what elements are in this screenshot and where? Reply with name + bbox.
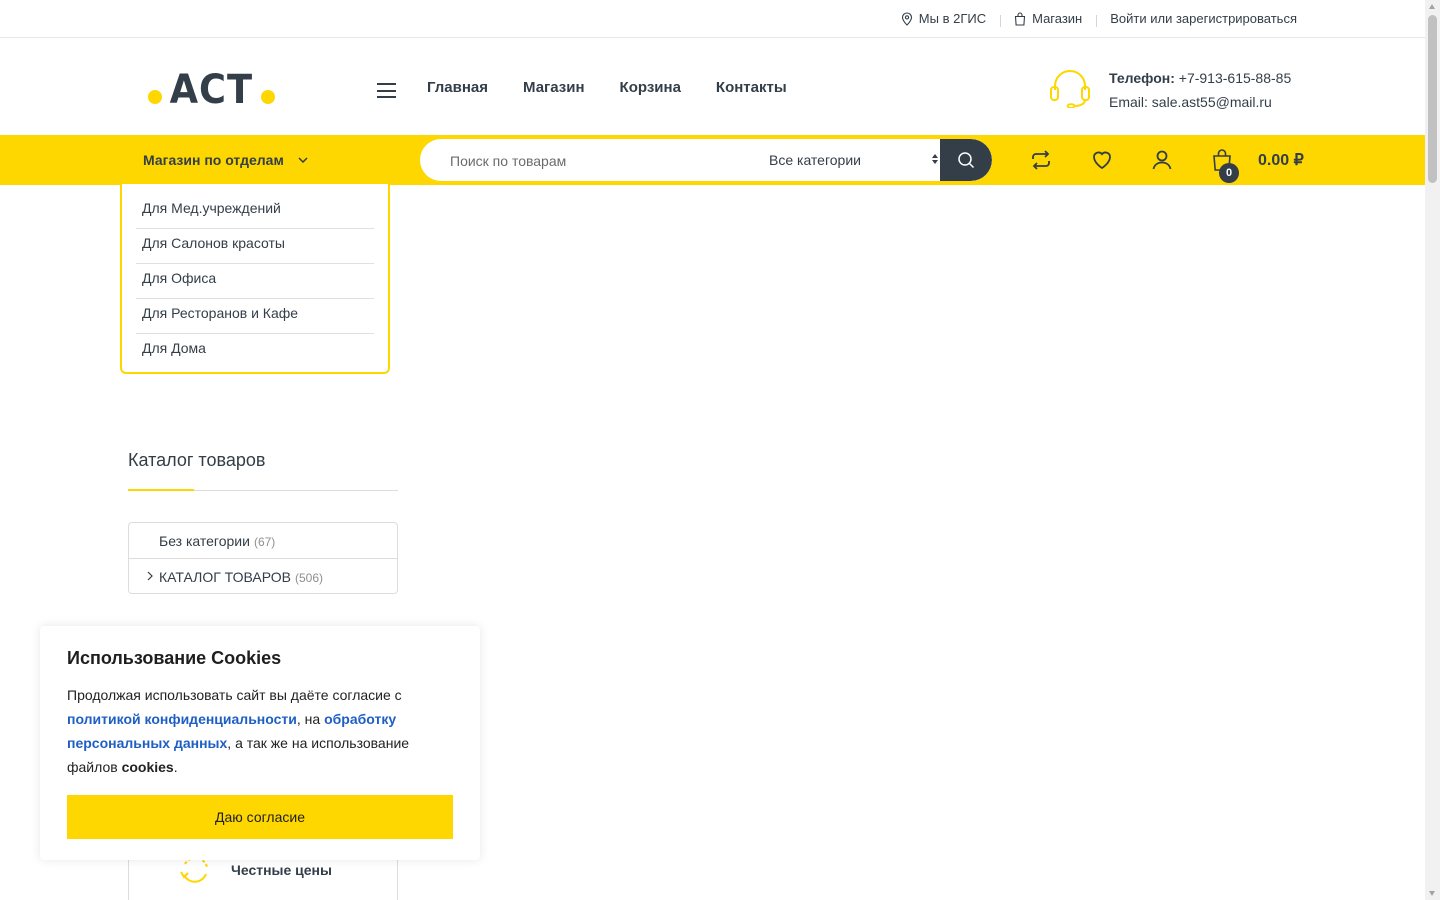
login-link-label: Войти или зарегистрироваться: [1110, 11, 1297, 26]
main-nav: Главная Магазин Корзина Контакты: [427, 79, 787, 96]
headset-icon: [1050, 69, 1090, 108]
catalog-title-accent: [128, 489, 194, 491]
mini-cart[interactable]: 0 0.00 ₽: [1212, 147, 1304, 183]
nav-item-contacts[interactable]: Контакты: [716, 79, 787, 96]
map-link-label: Мы в 2ГИС: [918, 11, 987, 26]
departments-toggle[interactable]: Магазин по отделам: [143, 135, 308, 185]
logo-dot-left: [148, 90, 162, 104]
cookie-text-part: Продолжая использовать сайт вы даёте сог…: [67, 687, 402, 703]
catalog-list: Без категории (67) КАТАЛОГ ТОВАРОВ (506): [128, 522, 398, 594]
site-logo[interactable]: АСТ: [148, 68, 275, 112]
catalog-item-text: Без категории (67): [159, 533, 275, 549]
heart-icon[interactable]: [1090, 148, 1114, 172]
department-item-office[interactable]: Для Офиса: [136, 264, 374, 299]
feature-fair-prices-label: Честные цены: [231, 862, 332, 878]
shop-bar: Магазин по отделам Все категории: [0, 135, 1425, 185]
phone-number[interactable]: +7-913-615-88-85: [1179, 70, 1291, 86]
shop-link-label: Магазин: [1032, 11, 1083, 26]
category-select[interactable]: Все категории: [769, 139, 939, 181]
scroll-up-arrow-icon[interactable]: [1429, 4, 1435, 9]
cookie-text-part: , на: [296, 711, 325, 727]
search-button[interactable]: [940, 139, 992, 181]
logo-text: АСТ: [169, 67, 253, 113]
email-label: Email:: [1109, 94, 1148, 110]
catalog-item-label: Без категории: [159, 532, 250, 549]
privacy-policy-link[interactable]: политикой конфиденциальности: [67, 711, 297, 727]
phone-line: Телефон: +7-913-615-88-85: [1109, 66, 1291, 90]
cookie-title: Использование Cookies: [67, 648, 282, 668]
department-item-medical[interactable]: Для Мед.учреждений: [136, 194, 374, 229]
departments-label: Магазин по отделам: [143, 152, 284, 168]
cookies-word: cookies: [121, 759, 174, 775]
search-form: Все категории: [420, 139, 992, 181]
user-icon[interactable]: [1150, 148, 1174, 172]
nav-item-shop[interactable]: Магазин: [523, 79, 585, 96]
search-input[interactable]: [420, 139, 772, 181]
catalog-item-count: (67): [253, 534, 276, 549]
map-link[interactable]: Мы в 2ГИС: [887, 11, 1000, 26]
menu-icon[interactable]: [377, 83, 396, 98]
nav-item-cart[interactable]: Корзина: [620, 79, 681, 96]
cookie-accept-button[interactable]: Даю согласие: [67, 795, 453, 839]
catalog-item[interactable]: КАТАЛОГ ТОВАРОВ (506): [129, 559, 397, 594]
login-link[interactable]: Войти или зарегистрироваться: [1096, 11, 1297, 27]
shopping-bag-icon: [1015, 11, 1026, 26]
catalog-item-text: КАТАЛОГ ТОВАРОВ (506): [159, 569, 323, 585]
email-line: Email: sale.ast55@mail.ru: [1109, 90, 1291, 114]
department-item-beauty[interactable]: Для Салонов красоты: [136, 229, 374, 264]
catalog-item-count: (506): [294, 570, 323, 585]
catalog-item-label: КАТАЛОГ ТОВАРОВ: [159, 568, 291, 585]
top-bar: Мы в 2ГИС Магазин Войти или зарегистриро…: [0, 0, 1425, 38]
catalog-item[interactable]: Без категории (67): [129, 523, 397, 559]
page: Мы в 2ГИС Магазин Войти или зарегистриро…: [0, 0, 1425, 900]
departments-list: Для Мед.учреждений Для Салонов красоты Д…: [122, 184, 388, 368]
top-bar-links: Мы в 2ГИС Магазин Войти или зарегистриро…: [887, 0, 1297, 37]
nav-item-home[interactable]: Главная: [427, 79, 488, 96]
logo-dot-right: [260, 90, 275, 104]
department-item-home[interactable]: Для Дома: [136, 334, 374, 368]
header-contact: Телефон: +7-913-615-88-85 Email: sale.as…: [1049, 66, 1297, 110]
department-item-restaurants[interactable]: Для Ресторанов и Кафе: [136, 299, 374, 334]
chevron-right-icon[interactable]: [147, 571, 153, 581]
contact-text: Телефон: +7-913-615-88-85 Email: sale.as…: [1109, 66, 1291, 114]
catalog-title: Каталог товаров: [128, 450, 266, 470]
cookie-text-part: .: [173, 759, 178, 775]
scroll-down-arrow-icon[interactable]: [1429, 891, 1435, 896]
email-address[interactable]: sale.ast55@mail.ru: [1152, 94, 1272, 110]
select-arrows-icon: [932, 154, 938, 164]
page-scrollbar[interactable]: [1425, 0, 1440, 900]
search-icon: [958, 152, 975, 169]
phone-label: Телефон:: [1109, 70, 1175, 86]
header: АСТ Главная Магазин Корзина Контакты Тел…: [0, 38, 1425, 134]
compare-icon[interactable]: [1029, 148, 1053, 172]
map-pin-icon: [901, 11, 912, 26]
cookie-text: Продолжая использовать сайт вы даёте сог…: [67, 683, 437, 779]
scrollbar-thumb[interactable]: [1428, 15, 1437, 183]
chevron-down-icon: [298, 157, 308, 163]
shop-link[interactable]: Магазин: [1000, 11, 1096, 27]
cart-count-badge: 0: [1219, 163, 1239, 183]
category-select-value: Все категории: [769, 152, 861, 168]
cart-total: 0.00 ₽: [1258, 152, 1304, 169]
departments-dropdown: Для Мед.учреждений Для Салонов красоты Д…: [120, 184, 390, 374]
cookie-consent-popup: Использование Cookies Продолжая использо…: [40, 626, 480, 860]
